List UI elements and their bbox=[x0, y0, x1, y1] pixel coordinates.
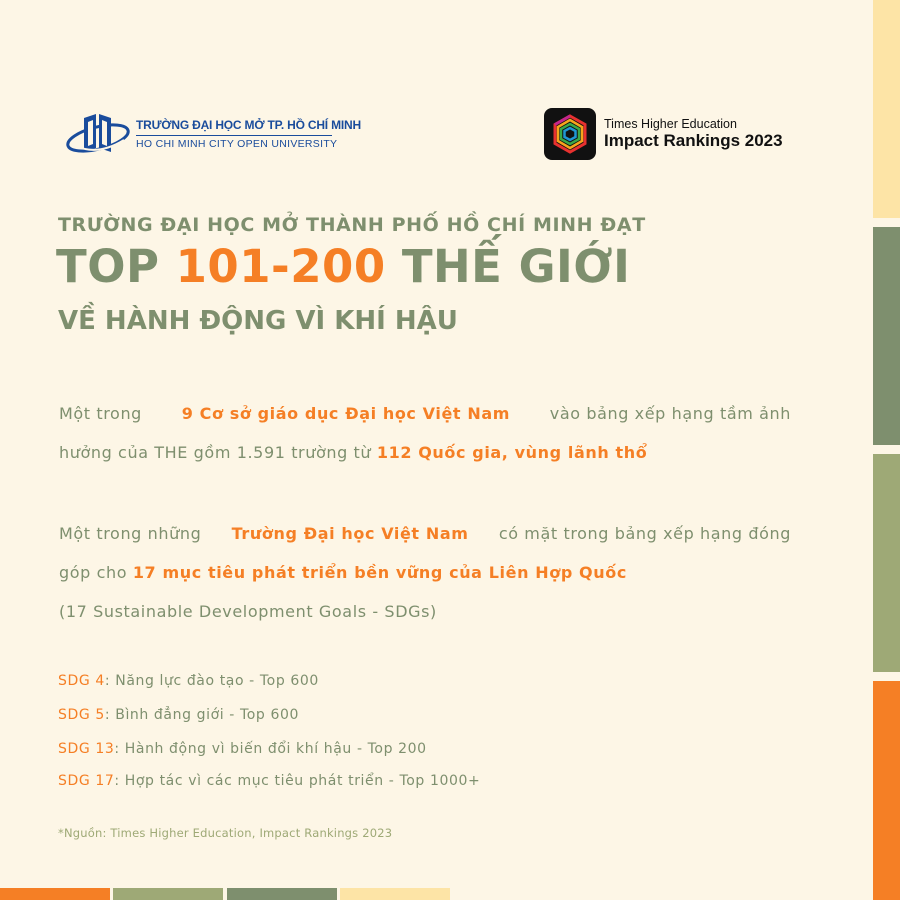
headline-prefix: TOP bbox=[56, 240, 160, 293]
paragraph-2-line-1: Một trong những Trường Đại học Việt Nam … bbox=[59, 522, 791, 561]
university-logo-divider bbox=[136, 135, 332, 136]
university-name-en: HO CHI MINH CITY OPEN UNIVERSITY bbox=[136, 138, 338, 150]
text-segment: góp cho bbox=[59, 563, 128, 582]
university-name-vi: TRƯỜNG ĐẠI HỌC MỞ TP. HỒ CHÍ MINH bbox=[136, 118, 361, 132]
highlight-segment: 17 mục tiêu phát triển bền vững của Liên… bbox=[132, 563, 627, 582]
headline-suffix: THẾ GIỚI bbox=[401, 240, 631, 293]
source-note: *Nguồn: Times Higher Education, Impact R… bbox=[58, 826, 393, 840]
sdg-code: SDG 4 bbox=[58, 673, 105, 689]
headline-line3: VỀ HÀNH ĐỘNG VÌ KHÍ HẬU bbox=[58, 306, 458, 336]
bottom-stripe-orange bbox=[0, 888, 110, 900]
highlight-segment: 112 Quốc gia, vùng lãnh thổ bbox=[376, 443, 648, 462]
paragraph-1: Một trong 9 Cơ sở giáo dục Đại học Việt … bbox=[59, 402, 791, 480]
headline-line2: TOP 101-200 THẾ GIỚI bbox=[56, 240, 630, 293]
highlight-segment: Trường Đại học Việt Nam bbox=[231, 524, 469, 543]
sdg-item: SDG 17: Hợp tác vì các mục tiêu phát tri… bbox=[58, 773, 480, 789]
impact-rankings-emblem-icon bbox=[544, 108, 596, 160]
text-segment: Một trong những bbox=[59, 524, 202, 543]
right-stripe-sage bbox=[873, 227, 900, 445]
highlight-segment: 9 Cơ sở giáo dục Đại học Việt Nam bbox=[181, 404, 511, 423]
the-logo-line1: Times Higher Education bbox=[604, 117, 737, 131]
headline-rank-range: 101-200 bbox=[175, 240, 386, 293]
text-segment: Một trong bbox=[59, 404, 142, 423]
right-stripe-olive bbox=[873, 454, 900, 672]
sdg-code: SDG 13 bbox=[58, 741, 115, 757]
sdg-item: SDG 13: Hành động vì biến đổi khí hậu - … bbox=[58, 741, 427, 757]
headline-line1: TRƯỜNG ĐẠI HỌC MỞ THÀNH PHỐ HỒ CHÍ MINH … bbox=[58, 214, 646, 236]
the-logo-line2: Impact Rankings 2023 bbox=[604, 131, 783, 150]
sdg-description: : Hành động vì biến đổi khí hậu - Top 20… bbox=[114, 741, 427, 757]
sdg-item: SDG 5: Bình đẳng giới - Top 600 bbox=[58, 707, 299, 723]
text-segment: hưởng của THE gồm 1.591 trường từ bbox=[59, 443, 372, 462]
sdg-item: SDG 4: Năng lực đào tạo - Top 600 bbox=[58, 673, 319, 689]
text-segment: có mặt trong bảng xếp hạng đóng bbox=[498, 524, 791, 543]
bottom-stripe-olive bbox=[113, 888, 223, 900]
sdg-code: SDG 17 bbox=[58, 773, 115, 789]
right-stripe-orange bbox=[873, 681, 900, 900]
bottom-stripe-cream bbox=[340, 888, 450, 900]
university-emblem-icon bbox=[66, 114, 130, 153]
sdg-description: : Năng lực đào tạo - Top 600 bbox=[104, 673, 319, 689]
sdg-code: SDG 5 bbox=[58, 707, 105, 723]
paragraph-2: Một trong những Trường Đại học Việt Nam … bbox=[59, 522, 791, 639]
text-segment: vào bảng xếp hạng tầm ảnh bbox=[549, 404, 791, 423]
paragraph-1-line-1: Một trong 9 Cơ sở giáo dục Đại học Việt … bbox=[59, 402, 791, 441]
bottom-stripe-sage bbox=[227, 888, 337, 900]
paragraph-1-line-2: hưởng của THE gồm 1.591 trường từ 112 Qu… bbox=[59, 441, 791, 480]
sdg-description: : Bình đẳng giới - Top 600 bbox=[104, 707, 299, 723]
paragraph-2-line-2: góp cho 17 mục tiêu phát triển bền vững … bbox=[59, 561, 791, 600]
the-impact-rankings-logo: Times Higher Education Impact Rankings 2… bbox=[544, 108, 794, 160]
paragraph-2-line-3: (17 Sustainable Development Goals - SDGs… bbox=[59, 602, 437, 621]
university-logo: TRƯỜNG ĐẠI HỌC MỞ TP. HỒ CHÍ MINH HO CHI… bbox=[66, 110, 361, 160]
right-stripe-cream bbox=[873, 0, 900, 218]
sdg-description: : Hợp tác vì các mục tiêu phát triển - T… bbox=[114, 773, 481, 789]
